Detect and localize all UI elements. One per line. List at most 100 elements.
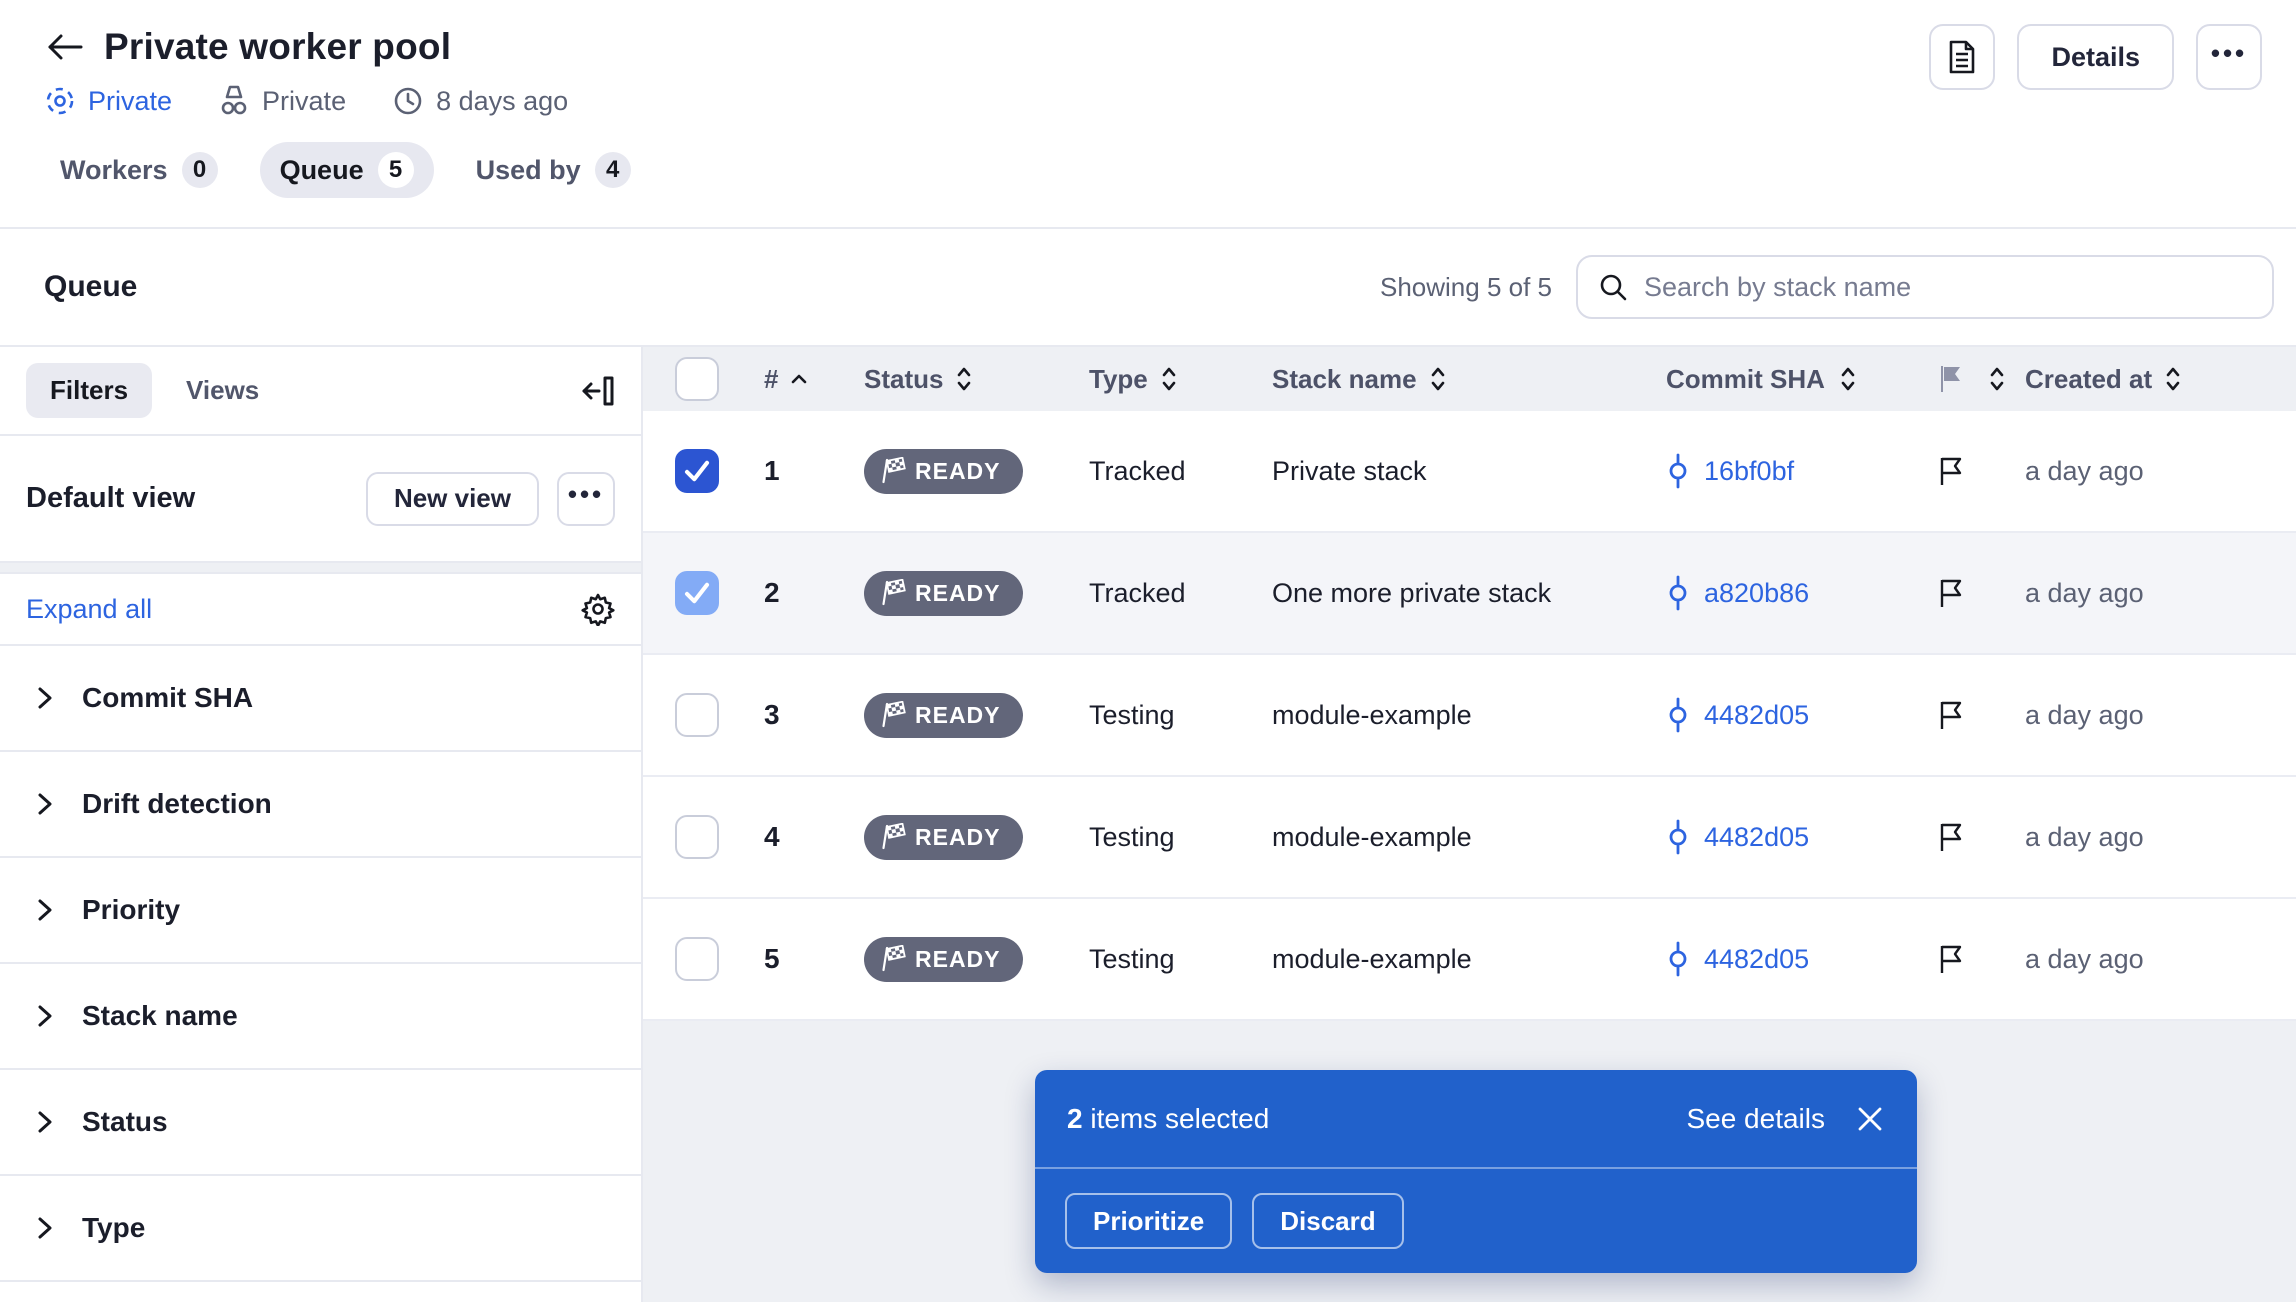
- commit-sha-link[interactable]: 4482d05: [1704, 822, 1809, 853]
- filter-section[interactable]: Drift detection: [0, 752, 641, 858]
- discard-button[interactable]: Discard: [1252, 1193, 1403, 1249]
- table-row[interactable]: 5 READY Testing module-example 4482d05 a…: [643, 899, 2296, 1021]
- column-header[interactable]: Status: [864, 364, 1089, 395]
- run-number: 4: [764, 821, 780, 853]
- view-more-button[interactable]: •••: [557, 472, 615, 526]
- collapse-sidebar-button[interactable]: [579, 374, 615, 408]
- run-number: 5: [764, 943, 780, 975]
- close-selection-button[interactable]: [1855, 1104, 1885, 1134]
- tab-count-badge: 4: [595, 152, 631, 188]
- row-checkbox[interactable]: [675, 449, 719, 493]
- column-header[interactable]: #: [735, 364, 864, 395]
- flag-icon: [1936, 455, 1964, 487]
- flag-column-icon: [1936, 364, 1964, 394]
- column-header[interactable]: Commit SHA: [1666, 364, 1936, 395]
- pool-tabs: Workers 0 Queue 5 Used by 4: [44, 142, 2262, 198]
- column-header[interactable]: Stack name: [1272, 364, 1666, 395]
- ellipsis-icon: •••: [568, 479, 604, 510]
- chevron-right-icon: [34, 789, 56, 819]
- table-row[interactable]: 4 READY Testing module-example 4482d05 a…: [643, 777, 2296, 899]
- table-header: # Status Type Stack name Commit SHA: [643, 347, 2296, 411]
- created-at: a day ago: [2025, 700, 2144, 731]
- commit-sha-link[interactable]: 16bf0bf: [1704, 456, 1794, 487]
- collapse-panel-icon: [579, 374, 615, 408]
- run-number: 3: [764, 699, 780, 731]
- stack-name: module-example: [1272, 700, 1472, 731]
- pool-tab[interactable]: Workers 0: [44, 142, 234, 198]
- created-at: a day ago: [2025, 822, 2144, 853]
- pool-tab[interactable]: Queue 5: [260, 142, 434, 198]
- run-type: Tracked: [1089, 456, 1186, 487]
- git-commit-icon: [1666, 941, 1690, 977]
- tab-filters[interactable]: Filters: [26, 363, 152, 418]
- see-details-link[interactable]: See details: [1686, 1103, 1825, 1135]
- sort-icon: [1988, 365, 2006, 393]
- table-row[interactable]: 1 READY Tracked Private stack 16bf0bf a …: [643, 411, 2296, 533]
- column-header[interactable]: Created at: [2025, 364, 2296, 395]
- showing-count: Showing 5 of 5: [1380, 272, 1552, 303]
- checkered-flag-icon: [878, 823, 906, 851]
- pool-tab[interactable]: Used by 4: [460, 142, 647, 198]
- column-header[interactable]: [1936, 364, 2025, 394]
- filter-settings-button[interactable]: [581, 592, 615, 626]
- space-link[interactable]: Private: [44, 85, 172, 117]
- stack-name: One more private stack: [1272, 578, 1551, 609]
- queue-toolbar: Queue Showing 5 of 5: [0, 229, 2296, 347]
- chevron-right-icon: [34, 1001, 56, 1031]
- select-all-checkbox[interactable]: [675, 357, 719, 401]
- table-row[interactable]: 2 READY Tracked One more private stack a…: [643, 533, 2296, 655]
- more-actions-button[interactable]: •••: [2196, 24, 2262, 90]
- filter-section[interactable]: Type: [0, 1176, 641, 1282]
- chevron-right-icon: [34, 683, 56, 713]
- back-button[interactable]: [44, 27, 84, 67]
- filter-section[interactable]: Status: [0, 1070, 641, 1176]
- status-badge: READY: [864, 937, 1023, 982]
- selection-count: 2 items selected: [1067, 1103, 1269, 1135]
- default-view-row: Default view New view •••: [0, 436, 641, 561]
- sort-icon: [1839, 365, 1857, 393]
- stack-name: Private stack: [1272, 456, 1427, 487]
- default-view-label: Default view: [26, 482, 195, 515]
- row-checkbox[interactable]: [675, 571, 719, 615]
- status-badge: READY: [864, 571, 1023, 616]
- filter-section[interactable]: Stack name: [0, 964, 641, 1070]
- chevron-right-icon: [34, 895, 56, 925]
- flag-icon: [1936, 577, 1964, 609]
- commit-sha-link[interactable]: a820b86: [1704, 578, 1809, 609]
- details-button[interactable]: Details: [2017, 24, 2174, 90]
- run-number: 2: [764, 577, 780, 609]
- run-number: 1: [764, 455, 780, 487]
- checkered-flag-icon: [878, 701, 906, 729]
- selection-panel: 2 items selected See details Prioritize …: [1035, 1070, 1917, 1273]
- table-body: 1 READY Tracked Private stack 16bf0bf a …: [643, 411, 2296, 1021]
- tab-views[interactable]: Views: [186, 375, 259, 406]
- expand-all-link[interactable]: Expand all: [26, 594, 152, 625]
- row-checkbox[interactable]: [675, 693, 719, 737]
- run-type: Tracked: [1089, 578, 1186, 609]
- row-checkbox[interactable]: [675, 937, 719, 981]
- worker-pool-page: Private worker pool Private Private 8 da…: [0, 0, 2296, 1302]
- table-row[interactable]: 3 READY Testing module-example 4482d05 a…: [643, 655, 2296, 777]
- filters-sidebar: Filters Views Default view New view ••• …: [0, 347, 643, 1302]
- commit-sha-link[interactable]: 4482d05: [1704, 944, 1809, 975]
- git-commit-icon: [1666, 575, 1690, 611]
- filter-section[interactable]: Priority: [0, 858, 641, 964]
- search-icon: [1598, 272, 1628, 302]
- search-input[interactable]: [1644, 272, 2252, 303]
- flag-icon: [1936, 699, 1964, 731]
- column-header[interactable]: Type: [1089, 364, 1272, 395]
- chevron-right-icon: [34, 1213, 56, 1243]
- stack-name: module-example: [1272, 944, 1472, 975]
- commit-sha-link[interactable]: 4482d05: [1704, 700, 1809, 731]
- row-checkbox[interactable]: [675, 815, 719, 859]
- run-type: Testing: [1089, 700, 1175, 731]
- prioritize-button[interactable]: Prioritize: [1065, 1193, 1232, 1249]
- filter-section[interactable]: Commit SHA: [0, 646, 641, 752]
- new-view-button[interactable]: New view: [366, 472, 539, 526]
- notes-button[interactable]: [1929, 24, 1995, 90]
- clock-icon: [392, 85, 424, 117]
- status-badge: READY: [864, 449, 1023, 494]
- run-type: Testing: [1089, 822, 1175, 853]
- status-badge: READY: [864, 815, 1023, 860]
- gear-icon: [581, 592, 615, 626]
